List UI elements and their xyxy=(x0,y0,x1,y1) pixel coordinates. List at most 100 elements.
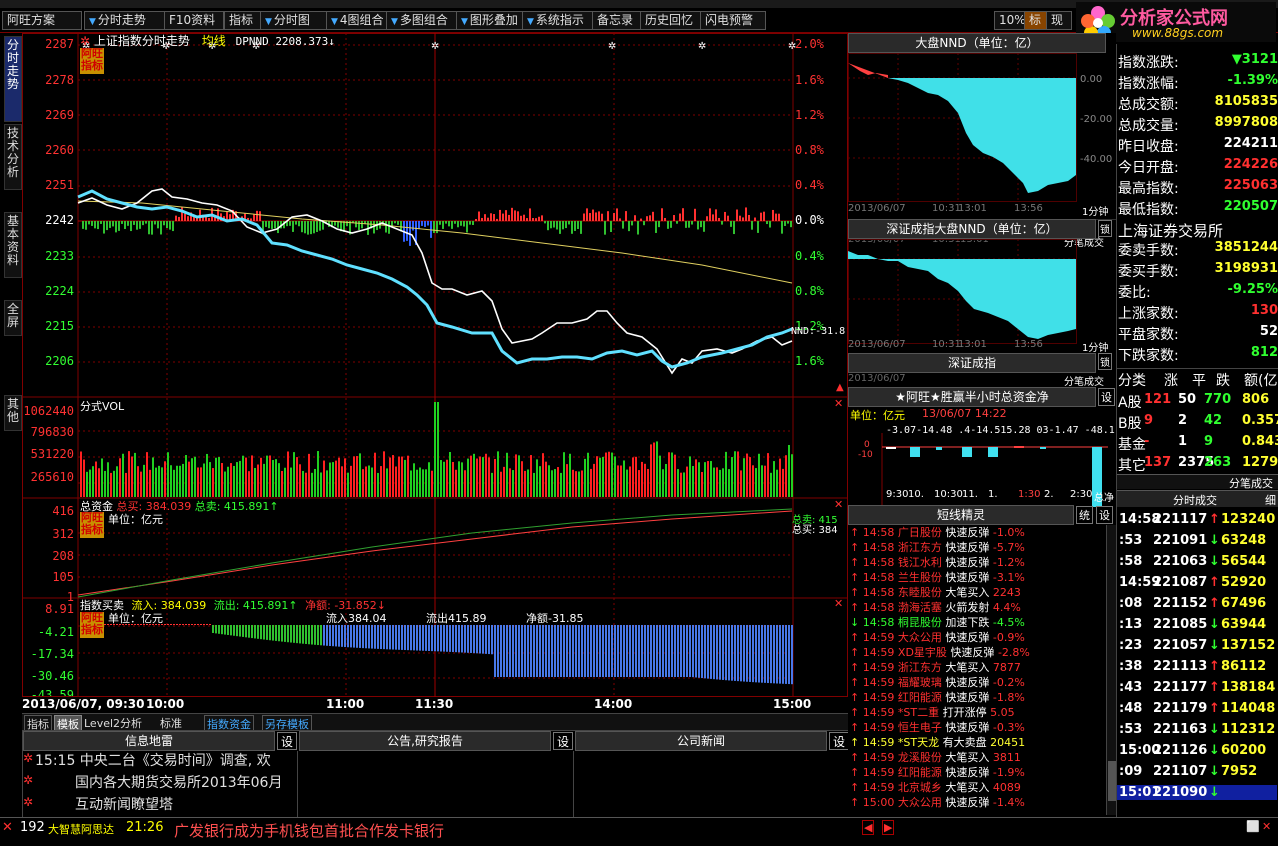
status-prev-icon[interactable]: ◀ xyxy=(862,820,874,835)
flow-bar xyxy=(230,625,232,635)
news-col3-set[interactable]: 设 xyxy=(829,732,849,750)
sprite-row[interactable]: ↑ 14:58 广日股份 快速反弹 -1.0% xyxy=(850,525,1025,540)
tick-cell: 123240 xyxy=(1221,512,1275,527)
p5-tab-stat[interactable]: 统 xyxy=(1076,506,1093,524)
menu-indicator[interactable]: 指标 xyxy=(224,11,264,30)
sprite-row[interactable]: ↑ 14:59 恒生电子 快速反弹 -0.3% xyxy=(850,720,1025,735)
status-next-icon[interactable]: ▶ xyxy=(882,820,894,835)
x-label-1: 10:00 xyxy=(146,697,184,711)
sprite-row[interactable]: ↑ 14:59 浙江东方 大笔买入 7877 xyxy=(850,660,1021,675)
sprite-time: 14:58 xyxy=(863,556,895,569)
menu-scheme[interactable]: 阿旺方案 xyxy=(2,11,82,30)
sprite-row[interactable]: ↑ 14:59 *ST二重 打开涨停 5.05 xyxy=(850,705,1015,720)
sprite-arrow-icon: ↑ xyxy=(850,706,859,719)
tick-row[interactable]: :09221107↓7952 xyxy=(1117,764,1277,779)
flow-close-icon[interactable]: ✕ xyxy=(834,597,843,610)
tab-time-trade[interactable]: 分时成交 xyxy=(1173,492,1217,508)
menu-history[interactable]: 历史回忆 xyxy=(640,11,702,30)
svg-text:0: 0 xyxy=(864,440,870,450)
p2-lock-icon[interactable]: 锁 xyxy=(1098,220,1112,237)
tick-row[interactable]: :58221063↓56544 xyxy=(1117,554,1277,569)
sprite-row[interactable]: ↑ 14:59 红阳能源 快速反弹 -1.8% xyxy=(850,690,1025,705)
sprite-row[interactable]: ↑ 14:58 浙江东方 快速反弹 -5.7% xyxy=(850,540,1025,555)
tick-row[interactable]: :08221152↑67496 xyxy=(1117,596,1277,611)
p2-unit[interactable]: 1分钟 xyxy=(1082,339,1108,354)
menu-memo[interactable]: 备忘录 xyxy=(592,11,644,30)
status-max-icon[interactable]: ⬜ xyxy=(1246,820,1260,833)
status-message[interactable]: 广发银行成为手机钱包首批合作发卡银行 xyxy=(174,820,444,841)
tick-row[interactable]: :48221179↑114048 xyxy=(1117,701,1277,716)
news-item-0[interactable]: 15:15 中央二台《交易时间》调查, 欢 xyxy=(35,750,295,770)
menu-now[interactable]: 现 xyxy=(1046,11,1072,30)
p2-lock2-icon[interactable]: 锁 xyxy=(1098,353,1112,370)
sprite-row[interactable]: ↑ 14:59 龙溪股份 大笔买入 3811 xyxy=(850,750,1021,765)
flow-bar xyxy=(566,625,568,677)
vol-close-icon[interactable]: ✕ xyxy=(834,397,843,410)
volume-bar xyxy=(149,470,151,497)
flow-badge[interactable]: 阿旺指标 xyxy=(80,612,104,638)
news-item-1[interactable]: 国内各大期货交易所2013年06月 xyxy=(75,772,297,792)
status-close2-icon[interactable]: ✕ xyxy=(1262,820,1271,833)
sprite-row[interactable]: ↑ 14:59 红阳能源 快速反弹 -1.9% xyxy=(850,765,1025,780)
sprite-time: 14:59 xyxy=(863,661,895,674)
fund-badge[interactable]: 阿旺指标 xyxy=(80,512,104,538)
p3-sub[interactable]: 分笔成交 xyxy=(1064,373,1104,388)
volume-bar xyxy=(185,455,187,497)
cat-head: 跌 xyxy=(1216,370,1230,390)
tick-row[interactable]: :38221113↑86112 xyxy=(1117,659,1277,674)
quote-row-label: 昨日收盘: xyxy=(1118,139,1179,155)
nnd-bar xyxy=(148,221,150,234)
tick-row[interactable]: :53221163↓112312 xyxy=(1117,722,1277,737)
tab-standard[interactable]: 标准 xyxy=(158,715,184,731)
volume-bar xyxy=(626,470,628,497)
tick-row[interactable]: :43221177↑138184 xyxy=(1117,680,1277,695)
tick-row[interactable]: 15:00221126↓60200 xyxy=(1117,743,1277,758)
menu-multichart[interactable]: 多图组合 xyxy=(386,11,460,30)
menu-10pct[interactable]: 10% xyxy=(994,11,1028,30)
status-close-icon[interactable]: ✕ xyxy=(2,820,13,835)
p4-set[interactable]: 设 xyxy=(1098,388,1115,406)
tick-row[interactable]: :13221085↓63944 xyxy=(1117,617,1277,632)
sprite-row[interactable]: ↑ 14:59 *ST天龙 有大卖盘 20451 xyxy=(850,735,1025,750)
tick-row[interactable]: 14:59221087↑52920 xyxy=(1117,575,1277,590)
news-col1-set[interactable]: 设 xyxy=(277,732,297,750)
news-col3[interactable]: 公司新闻 xyxy=(575,731,827,751)
menu-overlay[interactable]: 图形叠加 xyxy=(456,11,526,30)
news-col1[interactable]: 信息地雷 xyxy=(23,731,275,751)
tick-row[interactable]: :23221057↓137152 xyxy=(1117,638,1277,653)
menu-timeshare[interactable]: 分时走势 xyxy=(84,11,168,30)
volume-bar xyxy=(704,462,706,497)
tick-row[interactable]: 15:01221090↓ xyxy=(1117,785,1277,800)
sprite-row[interactable]: ↑ 14:58 渤海活塞 火箭发射 4.4% xyxy=(850,600,1021,615)
sprite-row[interactable]: ↑ 14:59 福耀玻璃 快速反弹 -0.2% xyxy=(850,675,1025,690)
p2-chart xyxy=(848,239,1116,349)
tab-level2[interactable]: Level2分析 xyxy=(82,715,144,731)
sprite-row[interactable]: ↑ 14:58 钱江水利 快速反弹 -1.2% xyxy=(850,555,1025,570)
sprite-row[interactable]: ↑ 14:58 兰生股份 快速反弹 -3.1% xyxy=(850,570,1025,585)
news-col2-set[interactable]: 设 xyxy=(553,732,573,750)
sprite-row[interactable]: ↑ 15:00 大众公用 快速反弹 -1.4% xyxy=(850,795,1025,810)
menu-4chart[interactable]: 4图组合 xyxy=(326,11,390,30)
menu-timechart[interactable]: 分时图 xyxy=(260,11,330,30)
tick-row[interactable]: 14:58221117↑123240 xyxy=(1117,512,1277,527)
awang-badge[interactable]: 阿旺指标 xyxy=(80,48,104,74)
sprite-row[interactable]: ↑ 14:58 东睦股份 大笔买入 2243 xyxy=(850,585,1021,600)
volume-bar xyxy=(125,473,127,497)
sprite-row[interactable]: ↑ 14:59 XD星宇股 快速反弹 -2.8% xyxy=(850,645,1030,660)
sprite-row[interactable]: ↑ 14:59 北京城乡 大笔买入 4089 xyxy=(850,780,1021,795)
tick-row[interactable]: :53221091↓63248 xyxy=(1117,533,1277,548)
sprite-row[interactable]: ↑ 14:59 大众公用 快速反弹 -0.9% xyxy=(850,630,1025,645)
menu-alert[interactable]: 闪电预警 xyxy=(700,11,766,30)
menu-f10[interactable]: F10资料 xyxy=(164,11,224,30)
fund-close-icon[interactable]: ✕ xyxy=(834,498,843,511)
news-col2[interactable]: 公告,研究报告 xyxy=(299,731,551,751)
tab-detail[interactable]: 细 xyxy=(1265,492,1276,508)
p4-x-5: 1:30 xyxy=(1018,489,1040,500)
tab-tick-trade[interactable]: 分笔成交 xyxy=(1229,475,1273,491)
sprite-row[interactable]: ↓ 14:58 桐昆股份 加速下跌 -4.5% xyxy=(850,615,1025,630)
news-item-2[interactable]: 互动新闻瞭望塔 xyxy=(75,794,173,814)
p5-tab-set[interactable]: 设 xyxy=(1096,506,1113,524)
volume-bar xyxy=(350,466,352,497)
menu-system[interactable]: 系统指示 xyxy=(522,11,596,30)
volume-bar xyxy=(635,457,637,497)
